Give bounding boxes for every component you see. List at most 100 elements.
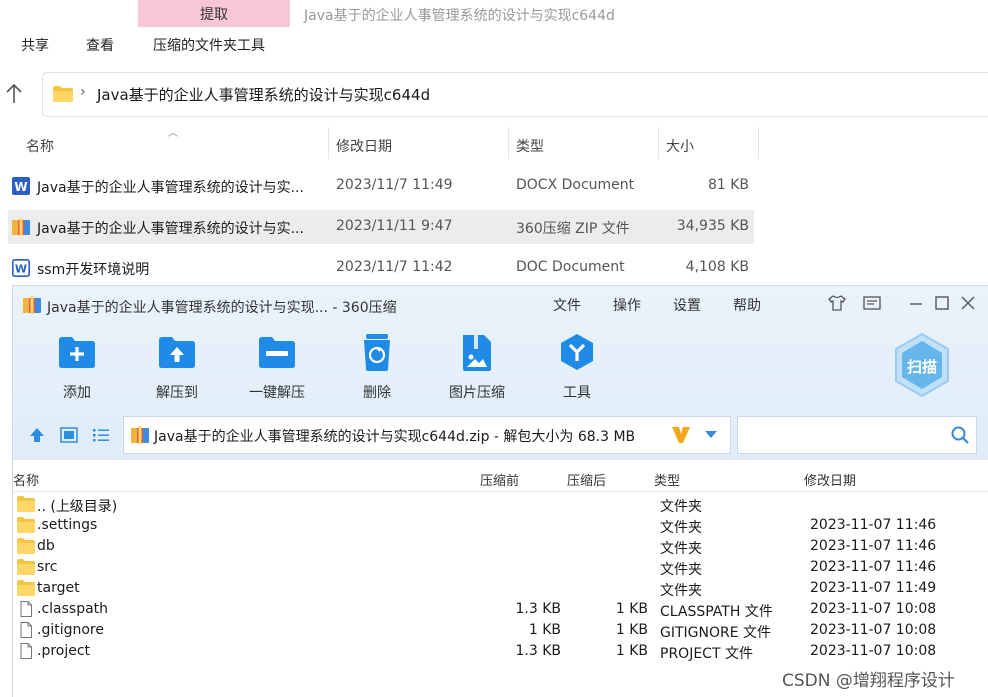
- add-folder-icon: [59, 337, 95, 368]
- ribbon-tab-compressed-folder-tools[interactable]: 压缩的文件夹工具: [153, 35, 265, 55]
- column-header-size[interactable]: 大小: [666, 136, 694, 156]
- menu-settings[interactable]: 设置: [673, 295, 701, 315]
- search-icon[interactable]: [950, 425, 970, 445]
- entry-date: 2023-11-07 10:08: [810, 622, 937, 638]
- file-type: DOCX Document: [516, 177, 635, 193]
- zip-column-after[interactable]: 压缩后: [567, 470, 606, 489]
- entry-size-before: 1.3 KB: [515, 601, 562, 617]
- folder-icon: [53, 86, 73, 102]
- entry-type: 文件夹: [660, 583, 702, 599]
- thumbnail-view-icon[interactable]: [59, 426, 79, 444]
- entry-name: .settings: [37, 517, 98, 533]
- column-divider[interactable]: [508, 127, 509, 159]
- up-level-icon[interactable]: [27, 426, 47, 444]
- image-compress-button[interactable]: 图片压缩: [437, 332, 517, 402]
- zip-entry-row[interactable]: .settings 文件夹 2023-11-07 11:46: [13, 515, 988, 536]
- zip-entry-row[interactable]: src 文件夹 2023-11-07 11:46: [13, 557, 988, 578]
- chevron-right-icon[interactable]: ›: [80, 84, 86, 100]
- zip-entry-row[interactable]: .. (上级目录) 文件夹: [13, 494, 988, 515]
- column-divider[interactable]: [328, 127, 329, 159]
- add-button[interactable]: 添加: [37, 332, 117, 402]
- delete-button[interactable]: 删除: [337, 332, 417, 402]
- zip-entry-row[interactable]: db 文件夹 2023-11-07 11:46: [13, 536, 988, 557]
- entry-date: 2023-11-07 11:46: [810, 559, 937, 575]
- extract-to-button[interactable]: 解压到: [137, 332, 217, 402]
- column-divider[interactable]: [658, 127, 659, 159]
- entry-date: 2023-11-07 11:46: [810, 517, 937, 533]
- image-compress-label: 图片压缩: [449, 385, 505, 401]
- zip-entry-row[interactable]: .project 1.3 KB 1 KB PROJECT 文件 2023-11-…: [13, 641, 988, 662]
- chevron-down-icon[interactable]: [704, 430, 718, 440]
- maximize-icon[interactable]: [932, 293, 952, 313]
- menu-operation[interactable]: 操作: [613, 295, 641, 315]
- scan-label: 扫描: [906, 358, 937, 376]
- file-name: Java基于的企业人事管理系统的设计与实...: [37, 180, 304, 196]
- skin-tshirt-icon[interactable]: [827, 293, 847, 313]
- ribbon-tab-view[interactable]: 查看: [86, 35, 114, 55]
- up-arrow-icon[interactable]: [4, 82, 24, 106]
- column-header-name[interactable]: 名称: [26, 136, 54, 156]
- tools-button[interactable]: 工具: [537, 332, 617, 402]
- entry-name: .gitignore: [37, 622, 104, 638]
- close-icon[interactable]: [958, 293, 978, 313]
- entry-size-after: 1 KB: [615, 601, 648, 617]
- address-bar[interactable]: › Java基于的企业人事管理系统的设计与实现c644d: [42, 72, 988, 117]
- column-header-type[interactable]: 类型: [516, 136, 544, 156]
- file-row[interactable]: W ssm开发环境说明 2023/11/7 11:42 DOC Document…: [8, 251, 754, 285]
- zip-address-bar[interactable]: Java基于的企业人事管理系统的设计与实现c644d.zip - 解包大小为 6…: [123, 416, 731, 454]
- file-size: 81 KB: [707, 177, 749, 193]
- zip-column-before[interactable]: 压缩前: [480, 470, 519, 489]
- zip-archive-icon: [131, 426, 149, 444]
- zip-column-name[interactable]: 名称: [13, 470, 39, 489]
- window-title: Java基于的企业人事管理系统的设计与实现c644d: [304, 8, 615, 24]
- one-click-extract-icon: [259, 337, 295, 368]
- zip-entry-row[interactable]: .classpath 1.3 KB 1 KB CLASSPATH 文件 2023…: [13, 599, 988, 620]
- entry-name: target: [37, 580, 80, 596]
- ribbon-context-tab-extract[interactable]: 提取: [138, 0, 290, 27]
- file-size: 34,935 KB: [676, 218, 749, 234]
- extract-folder-icon: [159, 337, 195, 368]
- feedback-icon[interactable]: [862, 293, 882, 313]
- one-click-extract-button[interactable]: 一键解压: [237, 332, 317, 402]
- zip-search-input[interactable]: [737, 416, 977, 454]
- zip-entry-row[interactable]: target 文件夹 2023-11-07 11:49: [13, 578, 988, 599]
- zip-archive-icon: [12, 218, 30, 236]
- zip-window-title: Java基于的企业人事管理系统的设计与实现... - 360压缩: [47, 300, 397, 316]
- entry-date: 2023-11-07 10:08: [810, 601, 937, 617]
- column-divider[interactable]: [758, 127, 759, 159]
- svg-text:W: W: [15, 263, 27, 276]
- menu-file[interactable]: 文件: [553, 295, 581, 315]
- minimize-icon[interactable]: [906, 293, 926, 313]
- word-doc-icon: W: [12, 177, 30, 195]
- entry-name: src: [37, 559, 58, 575]
- column-header-date[interactable]: 修改日期: [336, 136, 392, 156]
- delete-label: 删除: [363, 385, 391, 401]
- file-row[interactable]: W Java基于的企业人事管理系统的设计与实... 2023/11/7 11:4…: [8, 169, 754, 203]
- folder-icon: [17, 496, 35, 512]
- add-label: 添加: [63, 385, 91, 401]
- zip-column-type[interactable]: 类型: [654, 470, 680, 489]
- folder-icon: [17, 580, 35, 596]
- ribbon-tab-share[interactable]: 共享: [21, 35, 49, 55]
- tools-label: 工具: [563, 385, 591, 401]
- file-icon: [20, 643, 32, 659]
- list-view-icon[interactable]: [91, 426, 111, 444]
- divider: [13, 491, 988, 492]
- entry-type: 文件夹: [660, 562, 702, 578]
- trash-recycle-icon: [364, 334, 390, 371]
- entry-type: 文件夹: [660, 499, 702, 515]
- entry-type: CLASSPATH 文件: [660, 604, 773, 620]
- address-path: Java基于的企业人事管理系统的设计与实现c644d: [97, 86, 431, 104]
- file-row-selected[interactable]: Java基于的企业人事管理系统的设计与实... 2023/11/11 9:47 …: [8, 210, 754, 244]
- file-name: ssm开发环境说明: [37, 262, 150, 278]
- zip-column-date[interactable]: 修改日期: [804, 470, 856, 489]
- scan-button[interactable]: 扫描: [893, 332, 951, 398]
- entry-name: .project: [37, 643, 91, 659]
- folder-icon: [17, 559, 35, 575]
- tools-icon: [561, 334, 593, 370]
- file-date: 2023/11/7 11:42: [336, 259, 453, 275]
- zip-entry-row[interactable]: .gitignore 1 KB 1 KB GITIGNORE 文件 2023-1…: [13, 620, 988, 641]
- file-size: 4,108 KB: [685, 259, 749, 275]
- entry-date: 2023-11-07 11:49: [810, 580, 937, 596]
- menu-help[interactable]: 帮助: [733, 295, 761, 315]
